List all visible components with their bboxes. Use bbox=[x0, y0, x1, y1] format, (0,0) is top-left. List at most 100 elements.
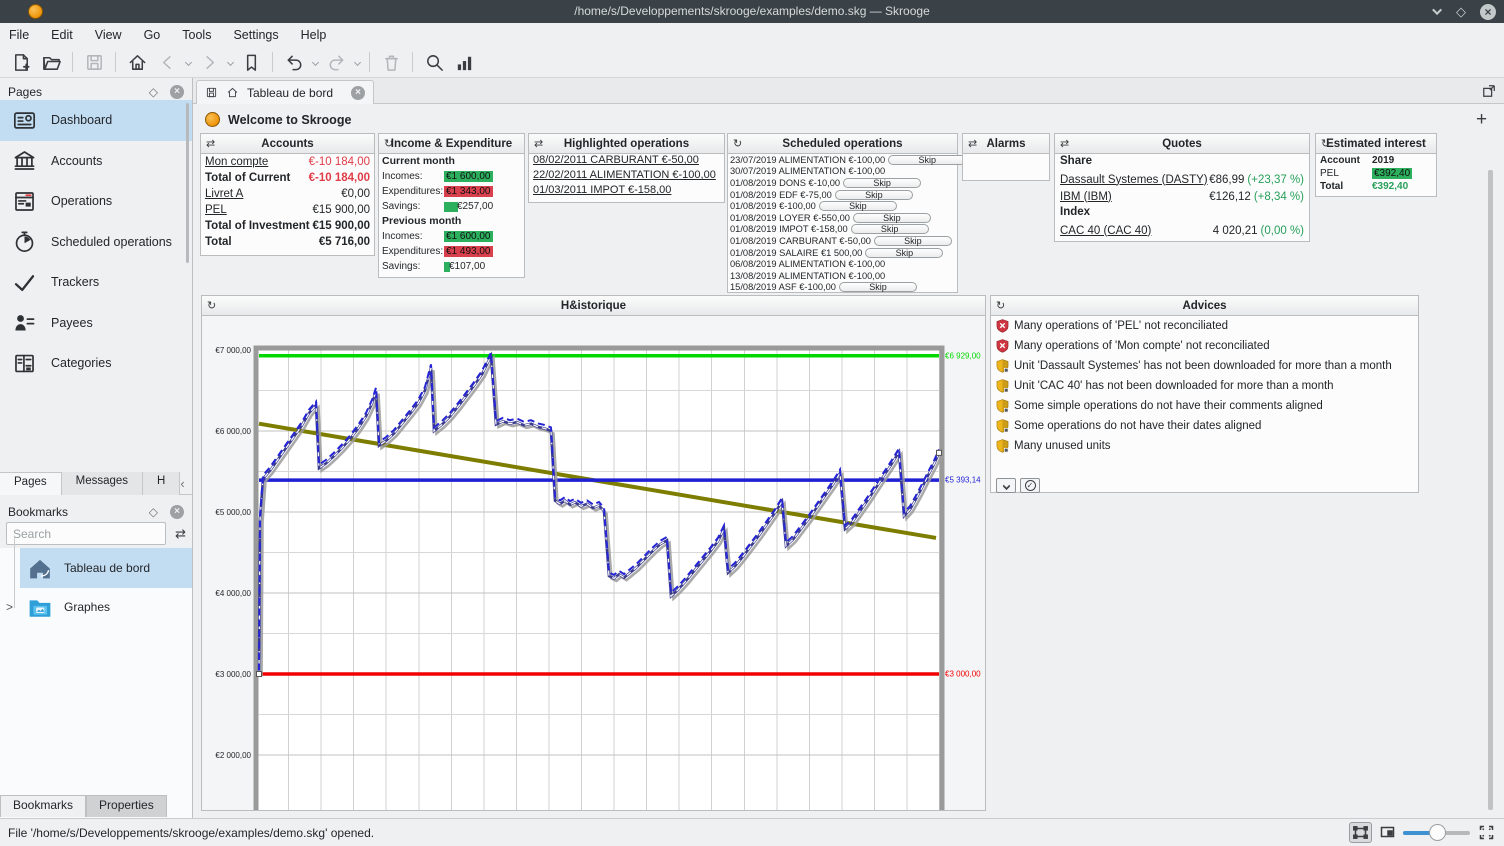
skip-button[interactable]: Skip bbox=[835, 190, 913, 200]
advice-row[interactable]: Many operations of 'Mon compte' not reco… bbox=[991, 336, 1418, 356]
advice-row[interactable]: Some simple operations do not have their… bbox=[991, 396, 1418, 416]
open-file-icon[interactable] bbox=[36, 49, 66, 75]
undo-dropdown-icon[interactable] bbox=[309, 49, 321, 75]
widget-header[interactable]: ↻ Scheduled operations bbox=[728, 134, 957, 154]
menu-help[interactable]: Help bbox=[301, 28, 327, 42]
quote-link[interactable]: IBM (IBM) bbox=[1060, 191, 1209, 203]
widget-header[interactable]: ⇄ Alarms bbox=[963, 134, 1049, 154]
tab-messages[interactable]: Messages bbox=[62, 472, 143, 495]
tab-bookmarks[interactable]: Bookmarks bbox=[0, 795, 86, 817]
pages-scrollbar[interactable] bbox=[186, 103, 189, 263]
advice-row[interactable]: Many unused units bbox=[991, 436, 1418, 456]
menu-settings[interactable]: Settings bbox=[233, 28, 278, 42]
fullscreen-icon[interactable] bbox=[1479, 825, 1494, 843]
sidebar-item-scheduled[interactable]: Scheduled operations bbox=[0, 222, 192, 263]
tab-properties[interactable]: Properties bbox=[86, 795, 167, 817]
home-icon[interactable] bbox=[122, 49, 152, 75]
zoom-original-button[interactable] bbox=[1380, 825, 1395, 842]
configure-icon[interactable]: ⇄ bbox=[1060, 137, 1069, 150]
skip-button[interactable]: Skip bbox=[843, 178, 921, 188]
widget-header[interactable]: ⇄ Quotes bbox=[1055, 134, 1309, 154]
close-panel-icon[interactable]: × bbox=[170, 505, 184, 519]
new-document-icon[interactable] bbox=[6, 49, 36, 75]
menu-tools[interactable]: Tools bbox=[182, 28, 211, 42]
skip-button[interactable]: Skip bbox=[888, 155, 966, 165]
quote-link[interactable]: Dassault Systemes (DASTY) bbox=[1060, 174, 1209, 186]
quote-link[interactable]: CAC 40 (CAC 40) bbox=[1060, 225, 1213, 237]
widget-header[interactable]: ↻ Advices bbox=[991, 296, 1418, 316]
skip-button[interactable]: Skip bbox=[851, 224, 929, 234]
maximize-icon[interactable]: ◇ bbox=[1456, 5, 1466, 18]
account-link[interactable]: Mon compte bbox=[205, 156, 309, 168]
zoom-fit-button[interactable] bbox=[1349, 822, 1372, 843]
tab-history[interactable]: H bbox=[143, 472, 180, 495]
go-back-icon[interactable] bbox=[152, 49, 182, 75]
widget-header[interactable]: ⇄ Highlighted operations bbox=[529, 134, 724, 154]
search-icon[interactable] bbox=[419, 49, 449, 75]
menu-edit[interactable]: Edit bbox=[51, 28, 73, 42]
configure-icon[interactable]: ⇄ bbox=[206, 137, 215, 150]
undo-icon[interactable] bbox=[279, 49, 309, 75]
menu-view[interactable]: View bbox=[95, 28, 122, 42]
close-panel-icon[interactable]: × bbox=[170, 85, 184, 99]
advice-row[interactable]: Some operations do not have their dates … bbox=[991, 416, 1418, 436]
advice-row[interactable]: Many operations of 'PEL' not reconciliat… bbox=[991, 316, 1418, 336]
historique-chart[interactable]: €6 929,00€5 393,14€3 000,00€7 000,00€6 0… bbox=[202, 316, 985, 810]
detach-tab-icon[interactable] bbox=[1482, 84, 1496, 103]
configure-icon[interactable]: ⇄ bbox=[534, 137, 543, 150]
zoom-slider-handle[interactable] bbox=[1429, 824, 1446, 841]
sidebar-item-dashboard[interactable]: Dashboard bbox=[0, 100, 192, 141]
skip-button[interactable]: Skip bbox=[819, 201, 897, 211]
skip-button[interactable]: Skip bbox=[865, 248, 943, 258]
bookmark-icon[interactable] bbox=[236, 49, 266, 75]
bookmark-item-graphes[interactable]: > Graphes bbox=[20, 588, 192, 626]
widget-header[interactable]: ↻ Estimated interest bbox=[1316, 134, 1436, 154]
tab-close-icon[interactable]: × bbox=[351, 86, 365, 100]
tab-scroll-left-icon[interactable]: ‹ bbox=[180, 476, 184, 491]
redo-dropdown-icon[interactable] bbox=[351, 49, 363, 75]
account-link[interactable]: Livret A bbox=[205, 188, 341, 200]
report-icon[interactable] bbox=[449, 49, 479, 75]
sidebar-item-trackers[interactable]: Trackers bbox=[0, 262, 192, 303]
highlighted-operation-link[interactable]: 08/02/2011 CARBURANT €-50,00 bbox=[529, 154, 724, 169]
refresh-icon[interactable]: ↻ bbox=[733, 137, 742, 150]
dashboard-scrollbar[interactable] bbox=[1488, 170, 1493, 810]
sidebar-item-categories[interactable]: Categories bbox=[0, 343, 192, 384]
float-panel-icon[interactable]: ◇ bbox=[149, 505, 158, 519]
skip-button[interactable]: Skip bbox=[853, 213, 931, 223]
float-panel-icon[interactable]: ◇ bbox=[149, 85, 158, 99]
highlighted-operation-link[interactable]: 22/02/2011 ALIMENTATION €-100,00 bbox=[529, 169, 724, 184]
sidebar-item-operations[interactable]: Operations bbox=[0, 181, 192, 222]
sidebar-item-accounts[interactable]: Accounts bbox=[0, 141, 192, 182]
close-icon[interactable]: × bbox=[1480, 4, 1496, 20]
menu-file[interactable]: File bbox=[9, 28, 29, 42]
refresh-icon[interactable]: ↻ bbox=[996, 299, 1005, 312]
redo-icon[interactable] bbox=[321, 49, 351, 75]
go-forward-dropdown-icon[interactable] bbox=[224, 49, 236, 75]
search-filter-icon[interactable]: ⇄ bbox=[175, 526, 186, 542]
sidebar-item-payees[interactable]: Payees bbox=[0, 303, 192, 344]
skip-button[interactable]: Skip bbox=[839, 282, 917, 292]
search-input[interactable] bbox=[6, 522, 166, 545]
advice-row[interactable]: Unit 'Dassault Systemes' has not been do… bbox=[991, 356, 1418, 376]
delete-icon[interactable] bbox=[376, 49, 406, 75]
refresh-icon[interactable]: ↻ bbox=[384, 137, 393, 150]
save-icon[interactable] bbox=[79, 49, 109, 75]
widget-header[interactable]: ⇄ Accounts bbox=[201, 134, 374, 154]
refresh-icon[interactable]: ↻ bbox=[207, 299, 216, 312]
tab-pages[interactable]: Pages bbox=[0, 472, 62, 495]
tab-tableau-de-bord[interactable]: Tableau de bord × bbox=[196, 80, 374, 104]
configure-icon[interactable]: ⇄ bbox=[968, 137, 977, 150]
refresh-icon[interactable]: ↻ bbox=[1321, 137, 1330, 150]
bookmark-item-tableau[interactable]: Tableau de bord bbox=[20, 548, 192, 588]
account-link[interactable]: PEL bbox=[205, 204, 312, 216]
dismiss-all-button[interactable] bbox=[996, 478, 1016, 493]
expander-icon[interactable]: > bbox=[6, 600, 13, 614]
menu-go[interactable]: Go bbox=[144, 28, 161, 42]
skip-button[interactable]: Skip bbox=[874, 236, 952, 246]
advice-row[interactable]: Unit 'CAC 40' has not been downloaded fo… bbox=[991, 376, 1418, 396]
add-widget-button[interactable]: + bbox=[1476, 110, 1487, 129]
widget-header[interactable]: ↻ Income & Expenditure bbox=[379, 134, 524, 154]
go-forward-icon[interactable] bbox=[194, 49, 224, 75]
zoom-slider[interactable] bbox=[1403, 831, 1470, 835]
